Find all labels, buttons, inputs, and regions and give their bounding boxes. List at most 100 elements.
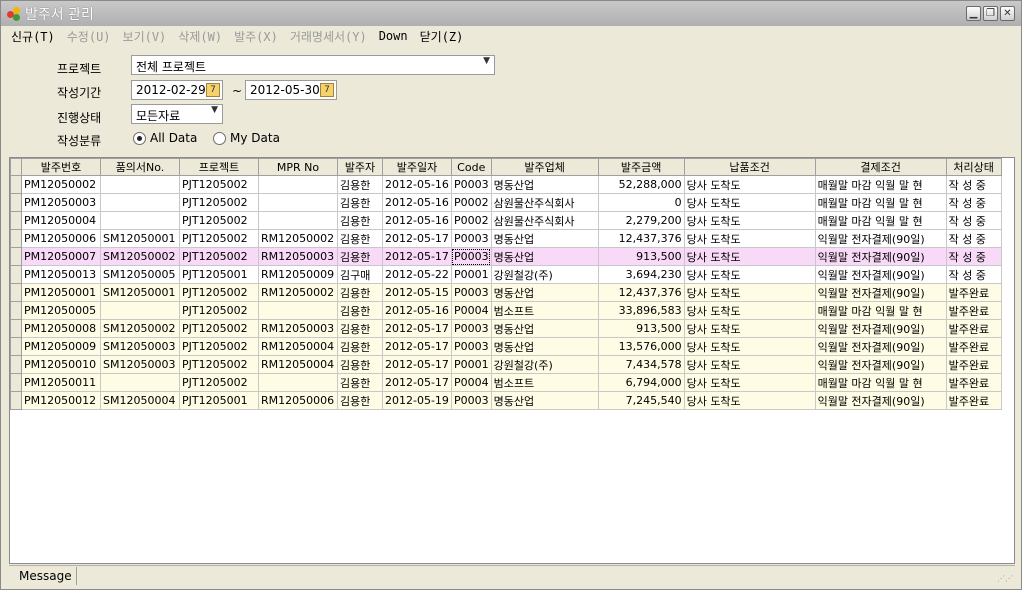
- table-cell[interactable]: 매월말 마감 익월 말 현: [814, 193, 947, 212]
- table-cell[interactable]: 김용한: [337, 247, 383, 266]
- table-cell[interactable]: 매월말 마감 익월 말 현: [814, 301, 947, 320]
- radio-unselected-icon[interactable]: [213, 131, 226, 145]
- table-cell[interactable]: RM12050006: [258, 391, 338, 410]
- table-cell[interactable]: 6,794,000: [597, 373, 685, 392]
- table-cell[interactable]: 명동산업: [490, 283, 599, 302]
- table-cell[interactable]: [258, 373, 338, 392]
- table-cell[interactable]: [100, 193, 180, 212]
- table-cell[interactable]: RM12050004: [258, 355, 338, 374]
- row-indicator[interactable]: [10, 391, 22, 410]
- order-grid[interactable]: 발주번호 품의서No. 프로젝트 MPR No 발주자 발주일자 Code 발주업체 발주금액 납…: [9, 157, 1015, 564]
- table-cell[interactable]: PJT1205002: [179, 373, 259, 392]
- table-cell[interactable]: P0004: [450, 373, 492, 392]
- table-cell[interactable]: PJT1205002: [179, 247, 259, 266]
- table-cell[interactable]: 당사 도착도: [683, 247, 816, 266]
- resize-grip-icon[interactable]: ⋰⋰: [997, 574, 1013, 583]
- table-cell[interactable]: 범소프트: [490, 373, 599, 392]
- table-cell[interactable]: 삼원물산주식회사: [490, 211, 599, 230]
- table-cell[interactable]: RM12050009: [258, 265, 338, 284]
- table-cell[interactable]: 2012-05-17: [382, 337, 452, 356]
- table-cell[interactable]: 2012-05-15: [382, 283, 452, 302]
- table-cell[interactable]: 당사 도착도: [683, 265, 816, 284]
- column-header[interactable]: 발주금액: [597, 158, 685, 176]
- table-cell[interactable]: PJT1205002: [179, 301, 259, 320]
- table-cell[interactable]: 당사 도착도: [683, 193, 816, 212]
- table-cell[interactable]: PM12050009: [21, 337, 101, 356]
- table-cell[interactable]: 김용한: [337, 301, 383, 320]
- table-cell[interactable]: 명동산업: [490, 175, 599, 194]
- table-cell[interactable]: SM12050001: [100, 283, 180, 302]
- table-cell[interactable]: 범소프트: [490, 301, 599, 320]
- table-cell[interactable]: [100, 211, 180, 230]
- radio-my-data[interactable]: My Data: [213, 131, 280, 145]
- table-row[interactable]: PM12050008 SM12050002 PJT1205002 RM12050003…: [10, 319, 1002, 338]
- table-cell[interactable]: SM12050004: [100, 391, 180, 410]
- table-cell[interactable]: SM12050005: [100, 265, 180, 284]
- table-cell[interactable]: 익월말 전자결제(90일): [814, 283, 947, 302]
- menu-new[interactable]: 신규(T): [11, 28, 55, 45]
- table-cell[interactable]: 13,576,000: [597, 337, 685, 356]
- table-cell[interactable]: PJT1205002: [179, 229, 259, 248]
- table-cell[interactable]: 김용한: [337, 193, 383, 212]
- table-cell[interactable]: 당사 도착도: [683, 337, 816, 356]
- chevron-down-icon[interactable]: ▼: [483, 56, 490, 66]
- row-indicator[interactable]: [10, 193, 22, 212]
- table-cell[interactable]: 발주완료: [945, 301, 1002, 320]
- table-cell[interactable]: 김용한: [337, 229, 383, 248]
- table-cell[interactable]: SM12050003: [100, 355, 180, 374]
- column-header[interactable]: 발주자: [337, 158, 383, 176]
- table-cell[interactable]: 명동산업: [490, 337, 599, 356]
- table-cell[interactable]: 김용한: [337, 337, 383, 356]
- table-cell[interactable]: SM12050003: [100, 337, 180, 356]
- table-cell[interactable]: 김용한: [337, 373, 383, 392]
- table-cell[interactable]: PJT1205002: [179, 193, 259, 212]
- row-indicator[interactable]: [10, 337, 22, 356]
- table-cell[interactable]: 당사 도착도: [683, 319, 816, 338]
- table-row[interactable]: PM12050004 PJT1205002 김용한 2012-05-16 P0002 삼원…: [10, 211, 1002, 230]
- calendar-icon[interactable]: 7: [320, 83, 334, 97]
- table-cell[interactable]: 강원철강(주): [490, 265, 599, 284]
- table-cell[interactable]: 매월말 마감 익월 말 현: [814, 373, 947, 392]
- table-cell[interactable]: PM12050010: [21, 355, 101, 374]
- table-cell[interactable]: 12,437,376: [597, 283, 685, 302]
- table-cell[interactable]: P0001: [450, 355, 492, 374]
- table-cell[interactable]: 김용한: [337, 175, 383, 194]
- table-cell[interactable]: 발주완료: [945, 337, 1002, 356]
- table-cell[interactable]: PM12050005: [21, 301, 101, 320]
- table-cell[interactable]: 발주완료: [945, 319, 1002, 338]
- table-cell[interactable]: 7,245,540: [597, 391, 685, 410]
- table-cell[interactable]: 3,694,230: [597, 265, 685, 284]
- row-indicator[interactable]: [10, 283, 22, 302]
- table-cell[interactable]: 김용한: [337, 355, 383, 374]
- table-cell[interactable]: 7,434,578: [597, 355, 685, 374]
- table-cell[interactable]: PM12050012: [21, 391, 101, 410]
- table-row[interactable]: PM12050013 SM12050005 PJT1205001 RM12050009…: [10, 265, 1002, 284]
- column-header[interactable]: 프로젝트: [179, 158, 259, 176]
- close-button[interactable]: ✕: [1000, 6, 1015, 21]
- table-cell[interactable]: P0003: [450, 247, 492, 266]
- table-cell[interactable]: 2012-05-17: [382, 373, 452, 392]
- table-cell[interactable]: 당사 도착도: [683, 391, 816, 410]
- table-cell[interactable]: 익월말 전자결제(90일): [814, 265, 947, 284]
- table-cell[interactable]: [258, 301, 338, 320]
- column-header[interactable]: Code: [450, 158, 492, 176]
- table-cell[interactable]: 익월말 전자결제(90일): [814, 247, 947, 266]
- table-cell[interactable]: [100, 175, 180, 194]
- table-cell[interactable]: 명동산업: [490, 247, 599, 266]
- table-cell[interactable]: 12,437,376: [597, 229, 685, 248]
- table-cell[interactable]: 당사 도착도: [683, 175, 816, 194]
- table-cell[interactable]: 익월말 전자결제(90일): [814, 391, 947, 410]
- table-cell[interactable]: PJT1205002: [179, 283, 259, 302]
- table-cell[interactable]: P0003: [450, 391, 492, 410]
- table-cell[interactable]: PM12050003: [21, 193, 101, 212]
- table-cell[interactable]: 작 성 중: [945, 265, 1002, 284]
- table-cell[interactable]: 913,500: [597, 319, 685, 338]
- table-row[interactable]: PM12050006 SM12050001 PJT1205002 RM12050002…: [10, 229, 1002, 248]
- column-header[interactable]: 처리상태: [945, 158, 1002, 176]
- row-indicator[interactable]: [10, 373, 22, 392]
- table-cell[interactable]: 명동산업: [490, 391, 599, 410]
- table-cell[interactable]: PJT1205002: [179, 175, 259, 194]
- table-cell[interactable]: 33,896,583: [597, 301, 685, 320]
- table-cell[interactable]: P0003: [450, 175, 492, 194]
- table-cell[interactable]: P0004: [450, 301, 492, 320]
